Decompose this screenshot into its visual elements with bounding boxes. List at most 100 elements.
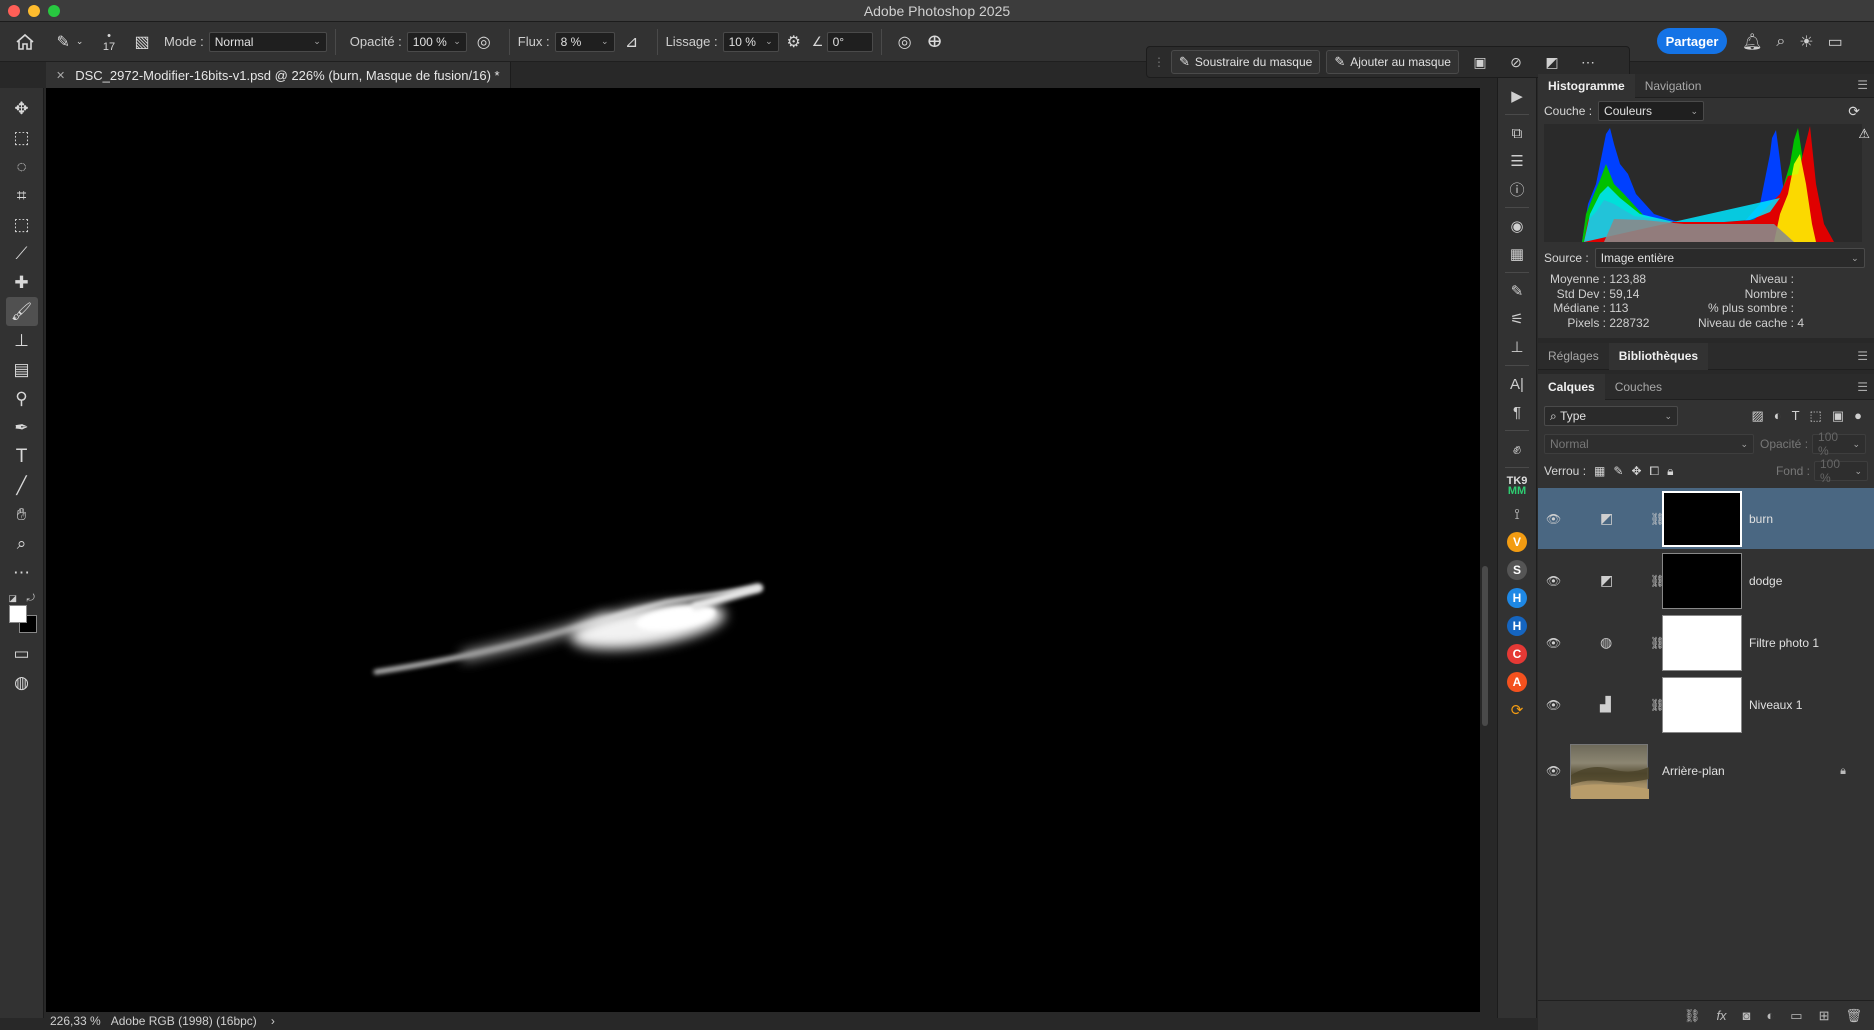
new-adjustment-layer-icon[interactable]: ◐	[1766, 1008, 1774, 1023]
symmetry-butterfly-icon[interactable]: ⴲ	[920, 27, 950, 57]
vertical-scroll-thumb[interactable]	[1482, 566, 1488, 726]
visibility-eye-icon[interactable]: 👁︎	[1546, 574, 1561, 588]
filter-toggle-icon[interactable]: ●	[1854, 408, 1862, 424]
mask-settings-icon[interactable]: ▣	[1465, 50, 1495, 74]
layer-row-background[interactable]: 👁︎ Arrière-plan 🔒︎	[1538, 736, 1874, 806]
paths-icon[interactable]: ⟟	[1502, 500, 1532, 528]
clone-stamp-tool-icon[interactable]: ⊥	[6, 326, 38, 355]
lock-all-icon[interactable]: 🔒︎	[1667, 464, 1673, 479]
brushes-icon[interactable]: ✎	[1502, 277, 1532, 305]
gradient-tool-icon[interactable]: ▤	[6, 355, 38, 384]
visibility-eye-icon[interactable]: 👁︎	[1546, 636, 1561, 650]
blend-mode-select[interactable]: Normal ⌄	[1544, 434, 1754, 454]
clone-source-icon[interactable]: ⊥	[1502, 333, 1532, 361]
layer-row-dodge[interactable]: 👁︎ ◩ ⛓︎ dodge	[1538, 550, 1874, 611]
tab-navigation[interactable]: Navigation	[1635, 74, 1712, 98]
layer-name[interactable]: dodge	[1749, 574, 1782, 588]
visibility-eye-icon[interactable]: 👁︎	[1546, 512, 1561, 526]
layer-name[interactable]: Arrière-plan	[1662, 764, 1725, 778]
brush-preset-icon[interactable]: ✎ ⌄	[50, 27, 90, 57]
filter-type-icon[interactable]: T	[1792, 408, 1800, 424]
hand-tool-icon[interactable]: ✋︎	[6, 500, 38, 529]
tab-histogram[interactable]: Histogramme	[1538, 73, 1635, 98]
visibility-eye-icon[interactable]: 👁︎	[1546, 698, 1561, 712]
pressure-size-icon[interactable]: ◎	[890, 27, 920, 57]
brush-settings-icon[interactable]: ▧	[128, 27, 156, 57]
home-icon[interactable]	[0, 27, 50, 57]
close-tab-icon[interactable]: ✕	[56, 69, 65, 82]
zoom-tool-icon[interactable]: ⌕	[6, 529, 38, 558]
brush-size-picker[interactable]: • 17	[90, 27, 128, 57]
tab-channels[interactable]: Couches	[1605, 374, 1672, 400]
subtract-from-mask-button[interactable]: ✎ Soustraire du masque	[1171, 50, 1321, 74]
invert-mask-icon[interactable]: ◩	[1537, 50, 1567, 74]
plugin-hand-icon[interactable]: ✊︎	[1502, 435, 1532, 463]
delete-layer-icon[interactable]: 🗑︎	[1845, 1008, 1862, 1024]
airbrush-icon[interactable]: ⊿	[615, 27, 649, 57]
history-icon[interactable]: ⧉	[1502, 119, 1532, 147]
more-options-icon[interactable]: ⋯	[1573, 50, 1603, 74]
document-tab[interactable]: ✕ DSC_2972-Modifier-16bits-v1.psd @ 226%…	[46, 62, 511, 88]
lock-transparency-icon[interactable]: ▦	[1594, 464, 1605, 478]
taskbar-grip-icon[interactable]: ⋮	[1153, 55, 1165, 69]
close-button[interactable]	[8, 5, 20, 17]
sync-plugin-icon[interactable]: ⟳	[1502, 696, 1532, 724]
bell-icon[interactable]: 🔔︎	[1742, 32, 1762, 52]
default-colors-icon[interactable]: ◪	[9, 593, 18, 604]
color-swatches[interactable]: ◪ ⤾	[5, 593, 39, 633]
source-select[interactable]: Image entière ⌄	[1594, 248, 1865, 268]
paragraph-icon[interactable]: ¶	[1502, 398, 1532, 426]
mode-select[interactable]: Normal ⌄	[208, 31, 327, 52]
character-icon[interactable]: A|	[1502, 370, 1532, 398]
smoothing-gear-icon[interactable]: ⚙	[779, 27, 809, 57]
panel-menu-icon[interactable]: ☰	[1857, 380, 1868, 394]
fill-field[interactable]: 100 % ⌄	[1814, 457, 1868, 485]
lock-pixels-icon[interactable]: ✎	[1613, 464, 1623, 478]
flow-field[interactable]: 8 % ⌄	[554, 31, 615, 52]
tab-libraries[interactable]: Bibliothèques	[1608, 342, 1709, 370]
search-icon[interactable]: ⌕	[1776, 33, 1785, 51]
disable-mask-icon[interactable]: ⊘	[1501, 50, 1531, 74]
layer-name[interactable]: burn	[1749, 512, 1773, 526]
refresh-icon[interactable]: ⟳	[1848, 103, 1860, 120]
channel-select[interactable]: Couleurs ⌄	[1598, 101, 1705, 121]
zoom-button[interactable]	[48, 5, 60, 17]
add-mask-icon[interactable]: ◙	[1743, 1008, 1751, 1023]
quick-mask-icon[interactable]: ◍	[6, 668, 38, 697]
layer-mask-thumbnail[interactable]	[1662, 614, 1742, 671]
brush-tool-icon[interactable]: 🖌︎	[5, 297, 38, 326]
smoothing-field[interactable]: 10 % ⌄	[722, 31, 779, 52]
table-icon[interactable]: ▦	[1502, 240, 1532, 268]
eyedropper-tool-icon[interactable]: ⟋	[6, 239, 38, 268]
line-tool-icon[interactable]: ╱	[6, 471, 38, 500]
layer-row-burn[interactable]: 👁︎ ◩ ⛓︎ burn	[1538, 488, 1874, 549]
layer-name[interactable]: Filtre photo 1	[1749, 636, 1819, 650]
brush-settings-panel-icon[interactable]: ⚟	[1502, 305, 1532, 333]
link-layers-icon[interactable]: ⛓︎	[1684, 1008, 1701, 1024]
opacity-field[interactable]: 100 % ⌄	[406, 31, 467, 52]
filter-smart-object-icon[interactable]: ▣	[1832, 408, 1844, 424]
status-menu-arrow[interactable]: ›	[271, 1014, 275, 1028]
zoom-level[interactable]: 226,33 %	[50, 1014, 101, 1028]
add-to-mask-button[interactable]: ✎ Ajouter au masque	[1326, 50, 1459, 74]
lock-position-icon[interactable]: ✥	[1631, 464, 1641, 478]
screen-mode-icon[interactable]: ▭	[6, 639, 38, 668]
move-tool-icon[interactable]: ✥	[6, 94, 38, 123]
healing-brush-tool-icon[interactable]: ✚	[6, 268, 38, 297]
tk9-plugin-icon[interactable]: TK9 MM	[1502, 472, 1532, 500]
lasso-tool-icon[interactable]: ◌	[6, 152, 38, 181]
crop-tool-icon[interactable]: ⌗	[6, 181, 38, 210]
canvas[interactable]	[46, 88, 1480, 1012]
v-plugin-icon[interactable]: V	[1502, 528, 1532, 556]
vertical-scrollbar[interactable]	[1480, 88, 1490, 1012]
layer-name[interactable]: Niveaux 1	[1749, 698, 1802, 712]
layer-mask-thumbnail[interactable]	[1662, 676, 1742, 733]
layer-row-photo-filter[interactable]: 👁︎ ◍ ⛓︎ Filtre photo 1	[1538, 612, 1874, 673]
new-group-icon[interactable]: ▭	[1790, 1008, 1802, 1024]
c-plugin-icon[interactable]: C	[1502, 640, 1532, 668]
marquee-tool-icon[interactable]: ⬚	[6, 123, 38, 152]
pressure-opacity-icon[interactable]: ◎	[467, 27, 501, 57]
pen-tool-icon[interactable]: ✒	[6, 413, 38, 442]
play-actions-icon[interactable]: ▶	[1502, 82, 1532, 110]
visibility-eye-icon[interactable]: 👁︎	[1546, 764, 1561, 778]
